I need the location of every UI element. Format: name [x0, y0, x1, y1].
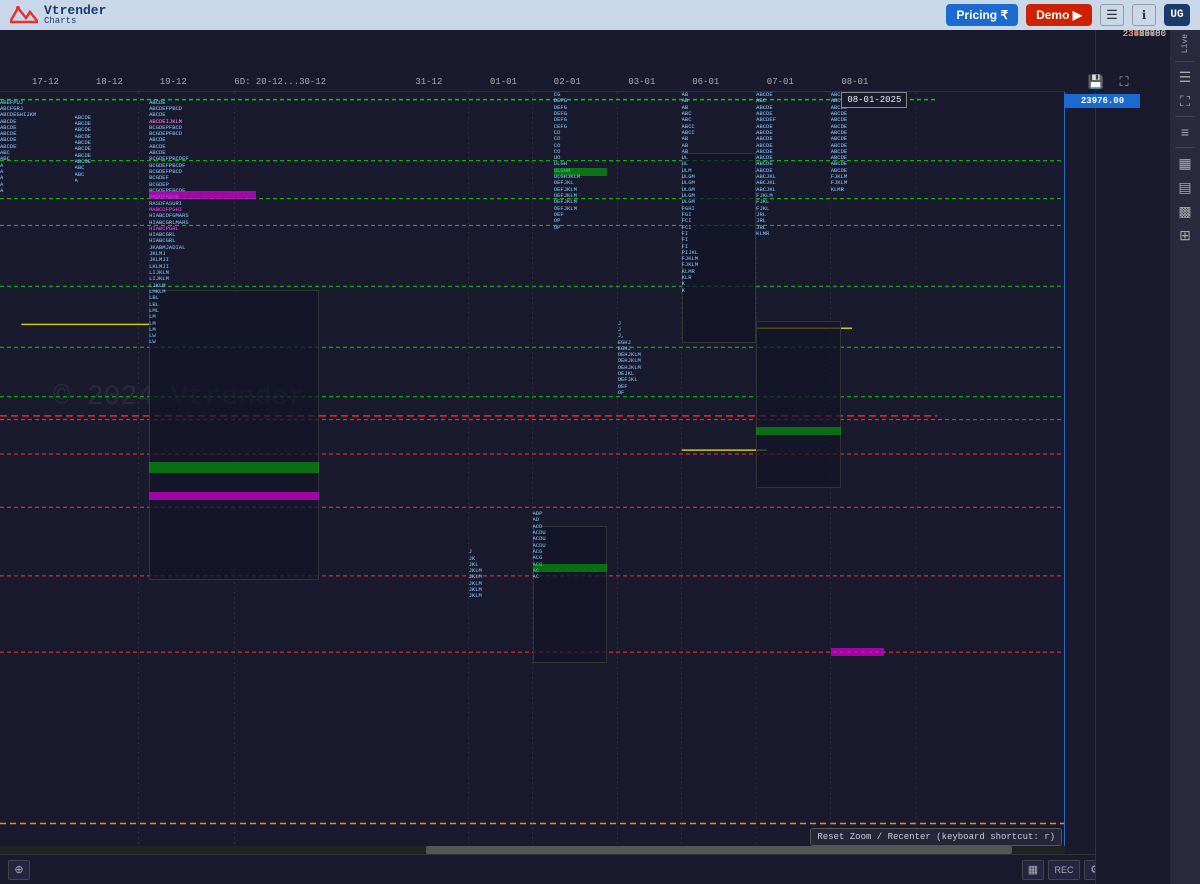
save-chart-button[interactable]: 💾	[1084, 71, 1108, 93]
rec-button[interactable]: REC	[1048, 860, 1080, 880]
toolbar-separator-2	[1175, 116, 1195, 117]
grid-view-button[interactable]: ▦	[1022, 860, 1044, 880]
mp-col-1712: ABEFPUJABCFGRJABCDEGHIJKMABCDEABCDEABCDE…	[0, 100, 64, 854]
demo-button[interactable]: Demo ▶	[1026, 4, 1092, 26]
chart-canvas[interactable]: © 2024 Vtrender 08-01-2025	[0, 92, 1065, 854]
date-label-0101: 01-01	[490, 77, 517, 87]
current-price-line	[1064, 92, 1065, 854]
crosshair-button[interactable]: ⊕	[8, 860, 30, 880]
date-label-0701: 07-01	[767, 77, 794, 87]
toolbar-list-button[interactable]: ☰	[1173, 66, 1197, 88]
toolbar-separator-3	[1175, 147, 1195, 148]
mp-col-0701: ABCDEABCABCDEABCDEABCDEFABCDEABCDEABCDEA…	[756, 92, 820, 854]
current-price-display: 23976.00	[1065, 94, 1140, 108]
header-bar: Vtrender Charts Pricing ₹ Demo ▶ ☰ ℹ UG	[0, 0, 1200, 30]
date-label-0301: 03-01	[628, 77, 655, 87]
price-axis: 💾 ⛶ 23976.00 23950 23912.00 23900 23880.…	[1095, 30, 1170, 884]
user-avatar-button[interactable]: UG	[1164, 4, 1190, 26]
toolbar-columns-button[interactable]: ▩	[1173, 200, 1197, 222]
expand-button[interactable]: ⛶	[1112, 71, 1136, 93]
scroll-thumb[interactable]	[426, 846, 1012, 854]
mp-col-0601: ABABABABCABCABCCABCCABABABULULULMULGMULG…	[682, 92, 746, 854]
chart-top-icons: 💾 ⛶	[1065, 72, 1140, 92]
mp-green-bar-3	[554, 168, 607, 176]
logo-text: Vtrender Charts	[44, 4, 106, 26]
date-label-0601: 06-01	[692, 77, 719, 87]
header-right: Pricing ₹ Demo ▶ ☰ ℹ UG	[946, 4, 1190, 26]
menu-icon-button[interactable]: ☰	[1100, 4, 1124, 26]
date-label-0201: 02-01	[554, 77, 581, 87]
mp-col-1812: ABCDEABCDEABCDEABCDEABCDEABCDEABCDEABCDE…	[75, 115, 139, 854]
toolbar-expand-button[interactable]: ⛶	[1173, 90, 1197, 112]
mp-col-3112: JJKJKLJKLMJKLMJKLMJKLMJKLM	[469, 549, 522, 854]
logo-icon	[10, 4, 38, 26]
chart-container[interactable]: 17-12 18-12 19-12 6D: 20-12...30-12 31-1…	[0, 30, 1170, 884]
mp-col-0801: ABCDEABCDEABCDEABCDEABCDEABCDEABCDEABCDE…	[831, 92, 906, 854]
logo-area: Vtrender Charts	[10, 4, 106, 26]
mp-magenta-bar-2	[149, 492, 319, 500]
mp-col-1912: ABCDE ABCDEFPBCD ABCDE ABCDEIJKLM BCGDEP…	[149, 100, 298, 854]
logo-charts-label: Charts	[44, 17, 106, 26]
price-label-23456: 23456.00	[1095, 30, 1170, 39]
mp-green-bar-2	[533, 564, 608, 572]
bottom-toolbar: ⊕ ▦ REC ⚙ ⛶	[0, 854, 1140, 884]
date-label-1912: 19-12	[160, 77, 187, 87]
live-label: Live	[1181, 34, 1190, 53]
date-label-0801: 08-01	[841, 77, 868, 87]
scroll-bar[interactable]	[0, 846, 1065, 854]
mp-col-0201: CGDEFGDEFGDEFGDEFGCEFGCDCDCOCOUOULGHULGH…	[554, 92, 607, 854]
mp-green-bar-1	[149, 462, 319, 473]
mp-col-0301: JJJ,EGHJEGHJOEHJKLMOEHJKLMOEHJKLMOEJKLOE…	[618, 321, 661, 854]
main-chart-area: 17-12 18-12 19-12 6D: 20-12...30-12 31-1…	[0, 30, 1200, 884]
date-label-6d: 6D: 20-12...30-12	[234, 77, 326, 87]
date-bar: 17-12 18-12 19-12 6D: 20-12...30-12 31-1…	[0, 72, 1065, 92]
toolbar-lines-button[interactable]: ≡	[1173, 121, 1197, 143]
right-toolbar: Live ☰ ⛶ ≡ ▦ ▤ ▩ ⊞	[1170, 30, 1200, 884]
toolbar-heatmap-button[interactable]: ⊞	[1173, 224, 1197, 246]
recenter-button[interactable]: Reset Zoom / Recenter (keyboard shortcut…	[810, 828, 1062, 846]
toolbar-separator-1	[1175, 61, 1195, 62]
pricing-button[interactable]: Pricing ₹	[946, 4, 1018, 26]
date-label-1712: 17-12	[32, 77, 59, 87]
mp-magenta-bar-3	[831, 648, 884, 656]
date-label-1812: 18-12	[96, 77, 123, 87]
mp-magenta-bar-1	[149, 191, 256, 199]
toolbar-bars-button[interactable]: ▤	[1173, 176, 1197, 198]
date-tooltip: 08-01-2025	[841, 92, 907, 108]
mp-green-bar-4	[756, 427, 841, 435]
toolbar-grid-button[interactable]: ▦	[1173, 152, 1197, 174]
info-button[interactable]: ℹ	[1132, 4, 1156, 26]
date-label-3112: 31-12	[415, 77, 442, 87]
